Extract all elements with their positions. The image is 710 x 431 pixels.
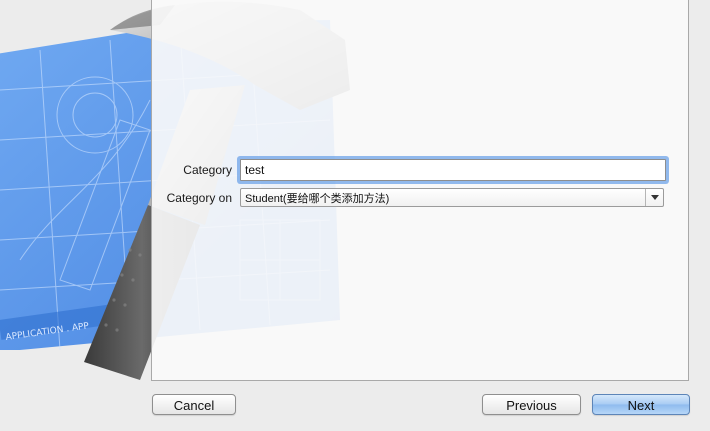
next-button[interactable]: Next xyxy=(592,394,690,415)
category-on-row: Category on Student(要给哪个类添加方法) xyxy=(164,188,664,207)
category-label: Category xyxy=(183,163,232,177)
category-on-class-select[interactable]: Student(要给哪个类添加方法) xyxy=(240,188,664,207)
cancel-button[interactable]: Cancel xyxy=(152,394,236,415)
chevron-down-icon[interactable] xyxy=(645,189,663,206)
category-row: Category xyxy=(164,159,666,181)
category-on-selected-value: Student(要给哪个类添加方法) xyxy=(245,192,390,205)
template-options-panel: Category Category on Student(要给哪个类添加方法) xyxy=(151,0,689,381)
previous-button[interactable]: Previous xyxy=(482,394,581,415)
category-name-field[interactable] xyxy=(240,159,666,181)
category-on-label: Category on xyxy=(166,190,232,205)
